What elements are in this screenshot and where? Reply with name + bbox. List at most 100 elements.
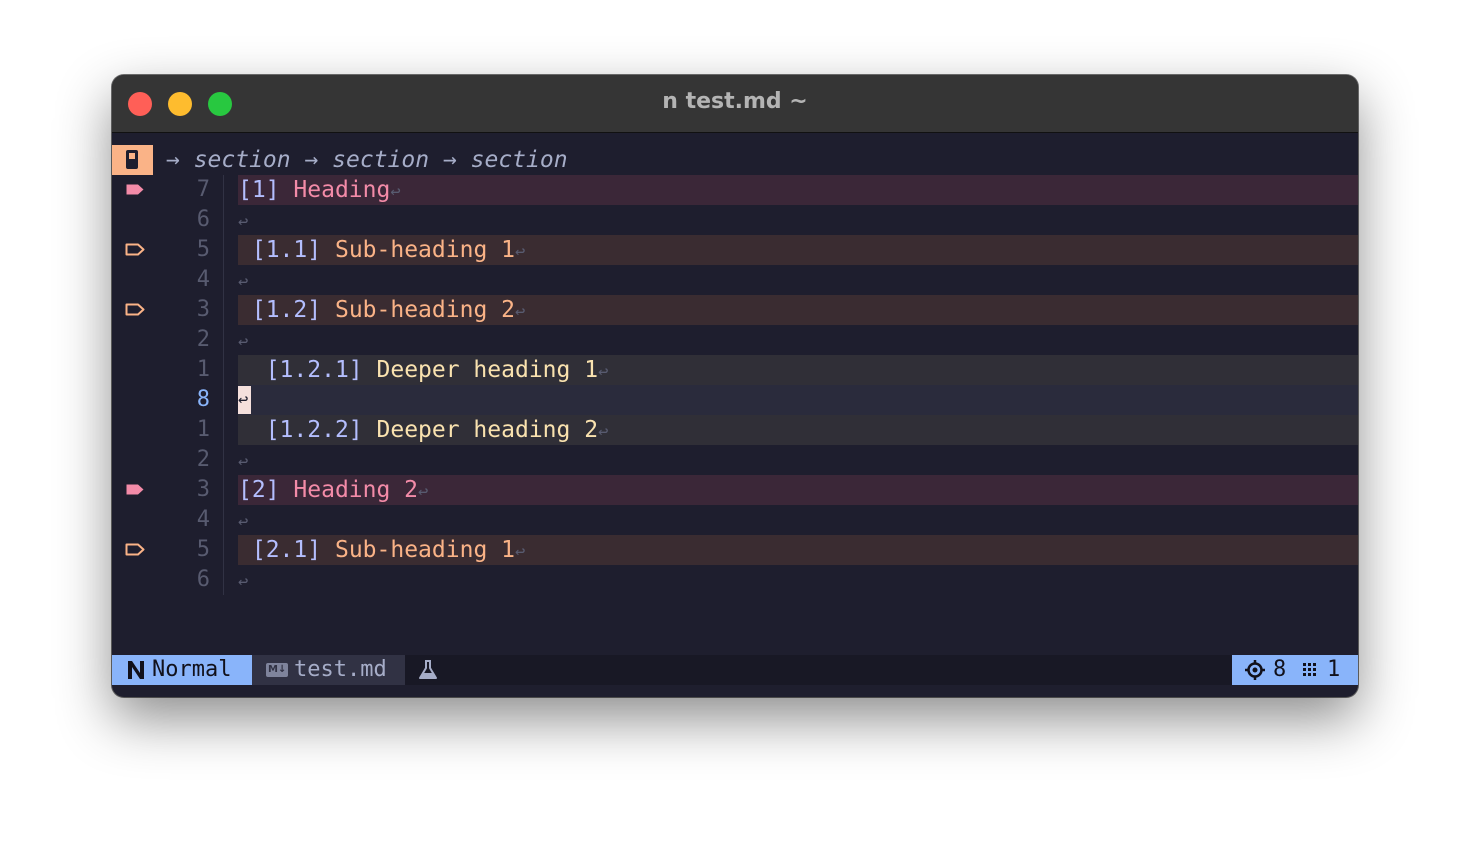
line-number: 1 <box>196 357 210 382</box>
heading-indent <box>238 417 266 443</box>
buffer-line[interactable]: 5 [2.1] Sub-heading 1↩ <box>112 535 1358 565</box>
column-icon <box>1303 663 1316 676</box>
heading-index: [1.2.2] <box>265 417 363 443</box>
buffer-line[interactable]: 2 ↩ <box>112 325 1358 355</box>
line-number: 5 <box>196 237 210 262</box>
location-icon <box>1245 660 1265 680</box>
buffer-line[interactable]: 7 [1] Heading↩ <box>112 175 1358 205</box>
buffer-line[interactable]: 2 ↩ <box>112 445 1358 475</box>
line-content[interactable]: [2.1] Sub-heading 1↩ <box>238 535 1358 565</box>
device-icon <box>112 145 153 175</box>
breadcrumb[interactable]: → section → section → section <box>166 145 568 175</box>
heading-text: Sub-heading 1 <box>334 537 515 563</box>
winbar: → section → section → section <box>112 145 1358 175</box>
buffer-line[interactable]: 1 [1.2.1] Deeper heading 1↩ <box>112 355 1358 385</box>
newline-marker: ↩ <box>598 362 609 382</box>
column-number: 1 <box>1327 657 1341 682</box>
newline-marker: ↩ <box>238 212 249 232</box>
buffer-line[interactable]: 6 ↩ <box>112 565 1358 595</box>
heading-text: Sub-heading 1 <box>334 237 515 263</box>
buffer-line[interactable]: 3 [2] Heading 2↩ <box>112 475 1358 505</box>
heading-tag-outline-icon <box>125 303 145 316</box>
buffer-line[interactable]: 4 ↩ <box>112 265 1358 295</box>
cursor-position: 8 1 <box>1232 655 1358 685</box>
heading-index: [1.1] <box>251 237 322 263</box>
line-content[interactable]: [1] Heading↩ <box>238 175 1358 205</box>
line-content[interactable]: ↩ <box>238 265 1358 295</box>
buffer-line[interactable]: 6 ↩ <box>112 205 1358 235</box>
line-content[interactable]: ↩ <box>238 385 1358 415</box>
line-number: 6 <box>196 207 210 232</box>
line-number: 4 <box>196 507 210 532</box>
filename-label: test.md <box>294 657 387 682</box>
statusline: Normal test.md 8 1 <box>112 655 1358 685</box>
line-number: 4 <box>196 267 210 292</box>
text-cursor: ↩ <box>238 386 251 414</box>
newline-marker: ↩ <box>238 452 249 472</box>
newline-marker: ↩ <box>514 302 526 322</box>
newline-marker: ↩ <box>238 572 249 592</box>
line-number: 1 <box>196 417 210 442</box>
newline-marker: ↩ <box>238 332 249 352</box>
line-content[interactable]: ↩ <box>238 505 1358 535</box>
newline-marker: ↩ <box>238 512 249 532</box>
heading-tag-filled-icon <box>125 483 145 496</box>
heading-indent <box>238 357 266 383</box>
heading-tag-outline-icon <box>125 243 145 256</box>
buffer-line[interactable]: 3 [1.2] Sub-heading 2↩ <box>112 295 1358 325</box>
mode-indicator: Normal <box>112 655 252 685</box>
terminal-window: n test.md ~ → section → section → sectio… <box>112 75 1358 697</box>
heading-text: Heading 2 <box>293 477 419 503</box>
line-number: 3 <box>196 297 210 322</box>
heading-index: [1] <box>238 177 280 203</box>
line-content[interactable]: [1.2.1] Deeper heading 1↩ <box>238 355 1358 385</box>
heading-index: [2.1] <box>251 537 322 563</box>
buffer-line[interactable]: 1 [1.2.2] Deeper heading 2↩ <box>112 415 1358 445</box>
line-content[interactable]: ↩ <box>238 445 1358 475</box>
heading-tag-filled-icon <box>125 183 145 196</box>
line-number: 3 <box>196 477 210 502</box>
heading-index: [2] <box>238 477 280 503</box>
heading-indent <box>238 297 252 323</box>
flask-icon <box>419 660 437 679</box>
line-content[interactable]: ↩ <box>238 565 1358 595</box>
newline-marker: ↩ <box>514 542 526 562</box>
newline-marker: ↩ <box>598 422 609 442</box>
buffer-line[interactable]: 5 [1.1] Sub-heading 1↩ <box>112 235 1358 265</box>
heading-index: [1.2.1] <box>265 357 363 383</box>
line-content[interactable]: ↩ <box>238 325 1358 355</box>
neovim-icon <box>128 661 144 679</box>
line-number: 2 <box>196 447 210 472</box>
heading-text: Deeper heading 2 <box>376 417 599 443</box>
newline-marker: ↩ <box>238 272 249 292</box>
heading-text: Sub-heading 2 <box>334 297 515 323</box>
line-content[interactable]: [1.1] Sub-heading 1↩ <box>238 235 1358 265</box>
line-content[interactable]: [2] Heading 2↩ <box>238 475 1358 505</box>
heading-indent <box>238 537 252 563</box>
line-content[interactable]: [1.2] Sub-heading 2↩ <box>238 295 1358 325</box>
title-bar: n test.md ~ <box>112 75 1358 133</box>
line-number: 2 <box>196 327 210 352</box>
newline-marker: ↩ <box>390 182 401 202</box>
markdown-icon <box>266 655 288 685</box>
heading-text: Deeper heading 1 <box>376 357 599 383</box>
line-number: 8 <box>196 387 210 412</box>
heading-indent <box>238 237 252 263</box>
line-content[interactable]: ↩ <box>238 205 1358 235</box>
mode-label: Normal <box>152 657 232 682</box>
newline-marker: ↩ <box>238 390 249 410</box>
line-number: 6 <box>196 567 210 592</box>
heading-text: Heading <box>293 177 391 203</box>
line-content[interactable]: [1.2.2] Deeper heading 2↩ <box>238 415 1358 445</box>
file-section[interactable]: test.md <box>252 655 405 685</box>
newline-marker: ↩ <box>418 482 429 502</box>
line-number: 7 <box>196 177 210 202</box>
buffer-line[interactable]: 4 ↩ <box>112 505 1358 535</box>
heading-index: [1.2] <box>251 297 322 323</box>
gutter-divider <box>223 175 224 595</box>
newline-marker: ↩ <box>514 242 526 262</box>
buffer-line[interactable]: 8 ↩ <box>112 385 1358 415</box>
window-title: n test.md ~ <box>662 89 808 114</box>
line-number: 8 <box>1273 657 1287 682</box>
heading-tag-outline-icon <box>125 543 145 556</box>
